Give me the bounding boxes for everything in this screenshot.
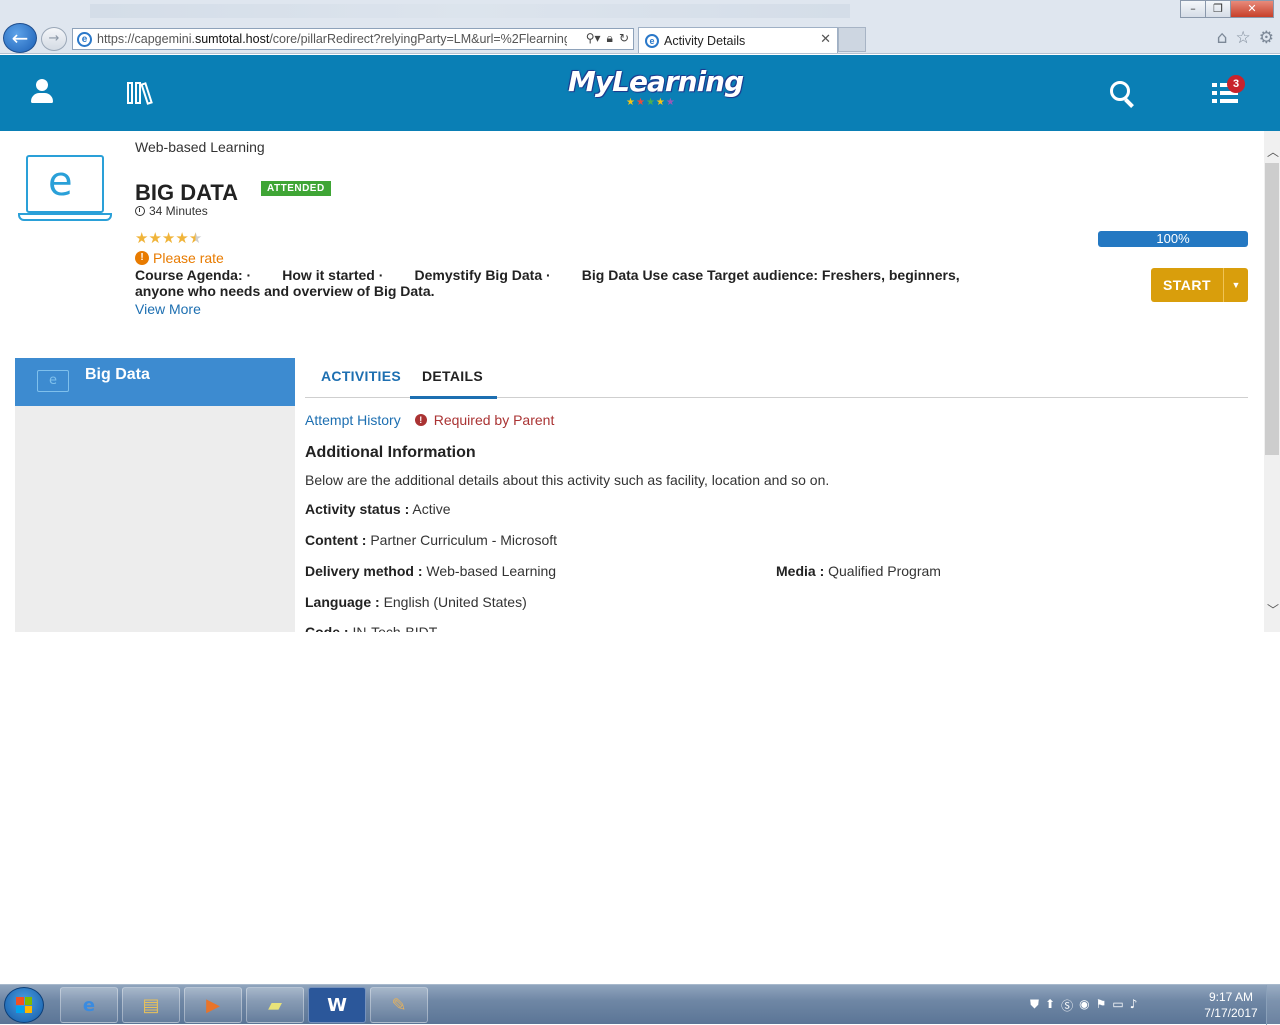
window-controls: – ❐ ✕: [1180, 0, 1274, 18]
star-rating[interactable]: ★ ★ ★ ★ ★: [135, 230, 202, 246]
windows-logo-icon: [16, 997, 32, 1013]
additional-info-subtitle: Below are the additional details about t…: [305, 472, 830, 488]
address-bar[interactable]: e https://capgemini.sumtotal.host/core/p…: [72, 28, 634, 50]
additional-info-title: Additional Information: [305, 444, 476, 461]
sidebar-title: Big Data: [85, 366, 150, 383]
start-button[interactable]: START ▼: [1151, 268, 1248, 302]
taskbar-media-player-icon[interactable]: ▶: [184, 987, 242, 1023]
minimize-button[interactable]: –: [1180, 0, 1206, 18]
refresh-icon[interactable]: ↻: [619, 31, 629, 46]
antivirus-icon[interactable]: ◉: [1079, 997, 1089, 1014]
new-tab-button[interactable]: [838, 27, 866, 52]
tab-close-icon[interactable]: ✕: [820, 32, 831, 47]
course-description: Course Agenda: · How it started · Demyst…: [135, 267, 964, 299]
clock-icon: [135, 206, 145, 216]
required-alert-icon: !: [414, 414, 427, 426]
elearning-mini-icon: e: [37, 370, 69, 392]
field-delivery-method: Delivery method : Web-based Learning: [305, 563, 557, 579]
tab-activities[interactable]: ACTIVITIES: [321, 368, 401, 396]
details-tabs: ACTIVITIES DETAILS: [305, 358, 1248, 399]
network-icon[interactable]: ▭: [1112, 997, 1123, 1014]
star-icon[interactable]: ★: [175, 230, 188, 246]
home-icon[interactable]: ⌂: [1217, 28, 1228, 48]
action-center-flag-icon[interactable]: ⚑: [1096, 997, 1107, 1014]
please-rate-link[interactable]: ! Please rate: [135, 250, 224, 266]
library-icon[interactable]: [127, 82, 153, 105]
user-profile-icon[interactable]: [31, 79, 53, 103]
duration-text: 34 Minutes: [149, 204, 208, 218]
window-title-bar: [90, 4, 850, 18]
activity-sidebar: e Big Data: [15, 358, 295, 632]
delivery-type-label: Web-based Learning: [135, 139, 265, 155]
duration: 34 Minutes: [135, 204, 208, 218]
activity-details-page: e Web-based Learning BIG DATA ATTENDED 3…: [0, 131, 1264, 632]
scrollbar-thumb[interactable]: [1265, 163, 1279, 455]
taskbar-paint-icon[interactable]: ✎: [370, 987, 428, 1023]
volume-icon[interactable]: ♪: [1130, 997, 1138, 1014]
clock-time: 9:17 AM: [1208, 990, 1254, 1004]
star-icon[interactable]: ★: [148, 230, 161, 246]
course-title: BIG DATA: [135, 180, 239, 205]
show-desktop-button[interactable]: [1266, 985, 1280, 1025]
windows-start-button[interactable]: [4, 987, 44, 1023]
skype-icon[interactable]: Ⓢ: [1061, 997, 1073, 1014]
page-scrollbar[interactable]: ︿ ﹀: [1264, 131, 1280, 632]
favorites-star-icon[interactable]: ☆: [1236, 28, 1251, 48]
restore-button[interactable]: ❐: [1205, 0, 1231, 18]
start-dropdown-caret-icon[interactable]: ▼: [1223, 268, 1248, 302]
search-dropdown-icon[interactable]: ⚲▾: [586, 31, 601, 46]
taskbar-sticky-notes-icon[interactable]: ▰: [246, 987, 304, 1023]
view-more-link[interactable]: View More: [135, 301, 201, 317]
tab-details[interactable]: DETAILS: [410, 368, 497, 399]
elearning-laptop-icon: e: [18, 153, 112, 223]
star-icon[interactable]: ★: [162, 230, 175, 246]
sidebar-item-big-data[interactable]: e Big Data: [15, 358, 295, 406]
mylearning-logo[interactable]: MyLearning ★★★★★: [568, 65, 744, 109]
half-star-icon[interactable]: ★: [189, 230, 202, 246]
browser-toolbar-right: ⌂ ☆ ⚙: [1217, 28, 1274, 48]
scroll-up-icon[interactable]: ︿: [1267, 143, 1279, 160]
field-language: Language : English (United States): [305, 594, 527, 610]
required-by-parent-text: Required by Parent: [433, 412, 555, 428]
progress-bar: 100%: [1098, 231, 1248, 247]
search-icon[interactable]: [1110, 81, 1134, 108]
browser-tab-activity-details[interactable]: e Activity Details ✕: [638, 27, 838, 53]
security-shield-icon[interactable]: ⛊: [1030, 997, 1039, 1014]
field-media: Media : Qualified Program: [776, 563, 941, 579]
browser-chrome: – ❐ ✕ ← → e https://capgemini.sumtotal.h…: [0, 0, 1280, 54]
address-tools: ⚲▾ 🔒︎ ↻: [586, 31, 629, 46]
url-text[interactable]: https://capgemini.sumtotal.host/core/pil…: [97, 32, 567, 46]
warning-icon: !: [135, 251, 149, 265]
app-header: MyLearning ★★★★★ 3: [0, 55, 1280, 131]
star-icon[interactable]: ★: [135, 230, 148, 246]
lock-icon[interactable]: 🔒︎: [607, 31, 613, 46]
field-code: Code : IN-Tech-BIDT: [305, 624, 438, 632]
forward-button[interactable]: →: [41, 27, 67, 51]
system-clock[interactable]: 9:17 AM 7/17/2017: [1196, 989, 1266, 1021]
clock-date: 7/17/2017: [1204, 1006, 1258, 1020]
progress-label: 100%: [1156, 231, 1190, 246]
details-subnav: Attempt History ! Required by Parent: [305, 412, 554, 428]
field-activity-status: Activity status : Active: [305, 501, 451, 517]
logo-stars-icon: ★★★★★: [626, 97, 676, 108]
status-badge: ATTENDED: [261, 181, 331, 196]
ie-page-icon: e: [77, 31, 92, 47]
update-arrow-icon[interactable]: ⬆: [1045, 997, 1055, 1014]
system-tray: ⛊ ⬆ Ⓢ ◉ ⚑ ▭ ♪: [1030, 997, 1137, 1014]
tab-title: Activity Details: [664, 33, 746, 48]
windows-taskbar: e ▤ ▶ ▰ W ✎ ⛊ ⬆ Ⓢ ◉ ⚑ ▭ ♪ 9:17 AM 7/17/2…: [0, 984, 1280, 1025]
ie-tab-icon: e: [645, 33, 659, 48]
notification-count-badge: 3: [1227, 75, 1245, 93]
please-rate-text: Please rate: [153, 250, 224, 266]
settings-gear-icon[interactable]: ⚙: [1259, 28, 1274, 48]
field-content: Content : Partner Curriculum - Microsoft: [305, 532, 558, 548]
scroll-down-icon[interactable]: ﹀: [1267, 601, 1279, 618]
back-button[interactable]: ←: [3, 23, 37, 53]
close-window-button[interactable]: ✕: [1230, 0, 1274, 18]
taskbar-explorer-icon[interactable]: ▤: [122, 987, 180, 1023]
attempt-history-link[interactable]: Attempt History: [305, 412, 401, 428]
taskbar-ie-icon[interactable]: e: [60, 987, 118, 1023]
start-label: START: [1162, 277, 1212, 293]
taskbar-word-icon[interactable]: W: [308, 987, 366, 1023]
